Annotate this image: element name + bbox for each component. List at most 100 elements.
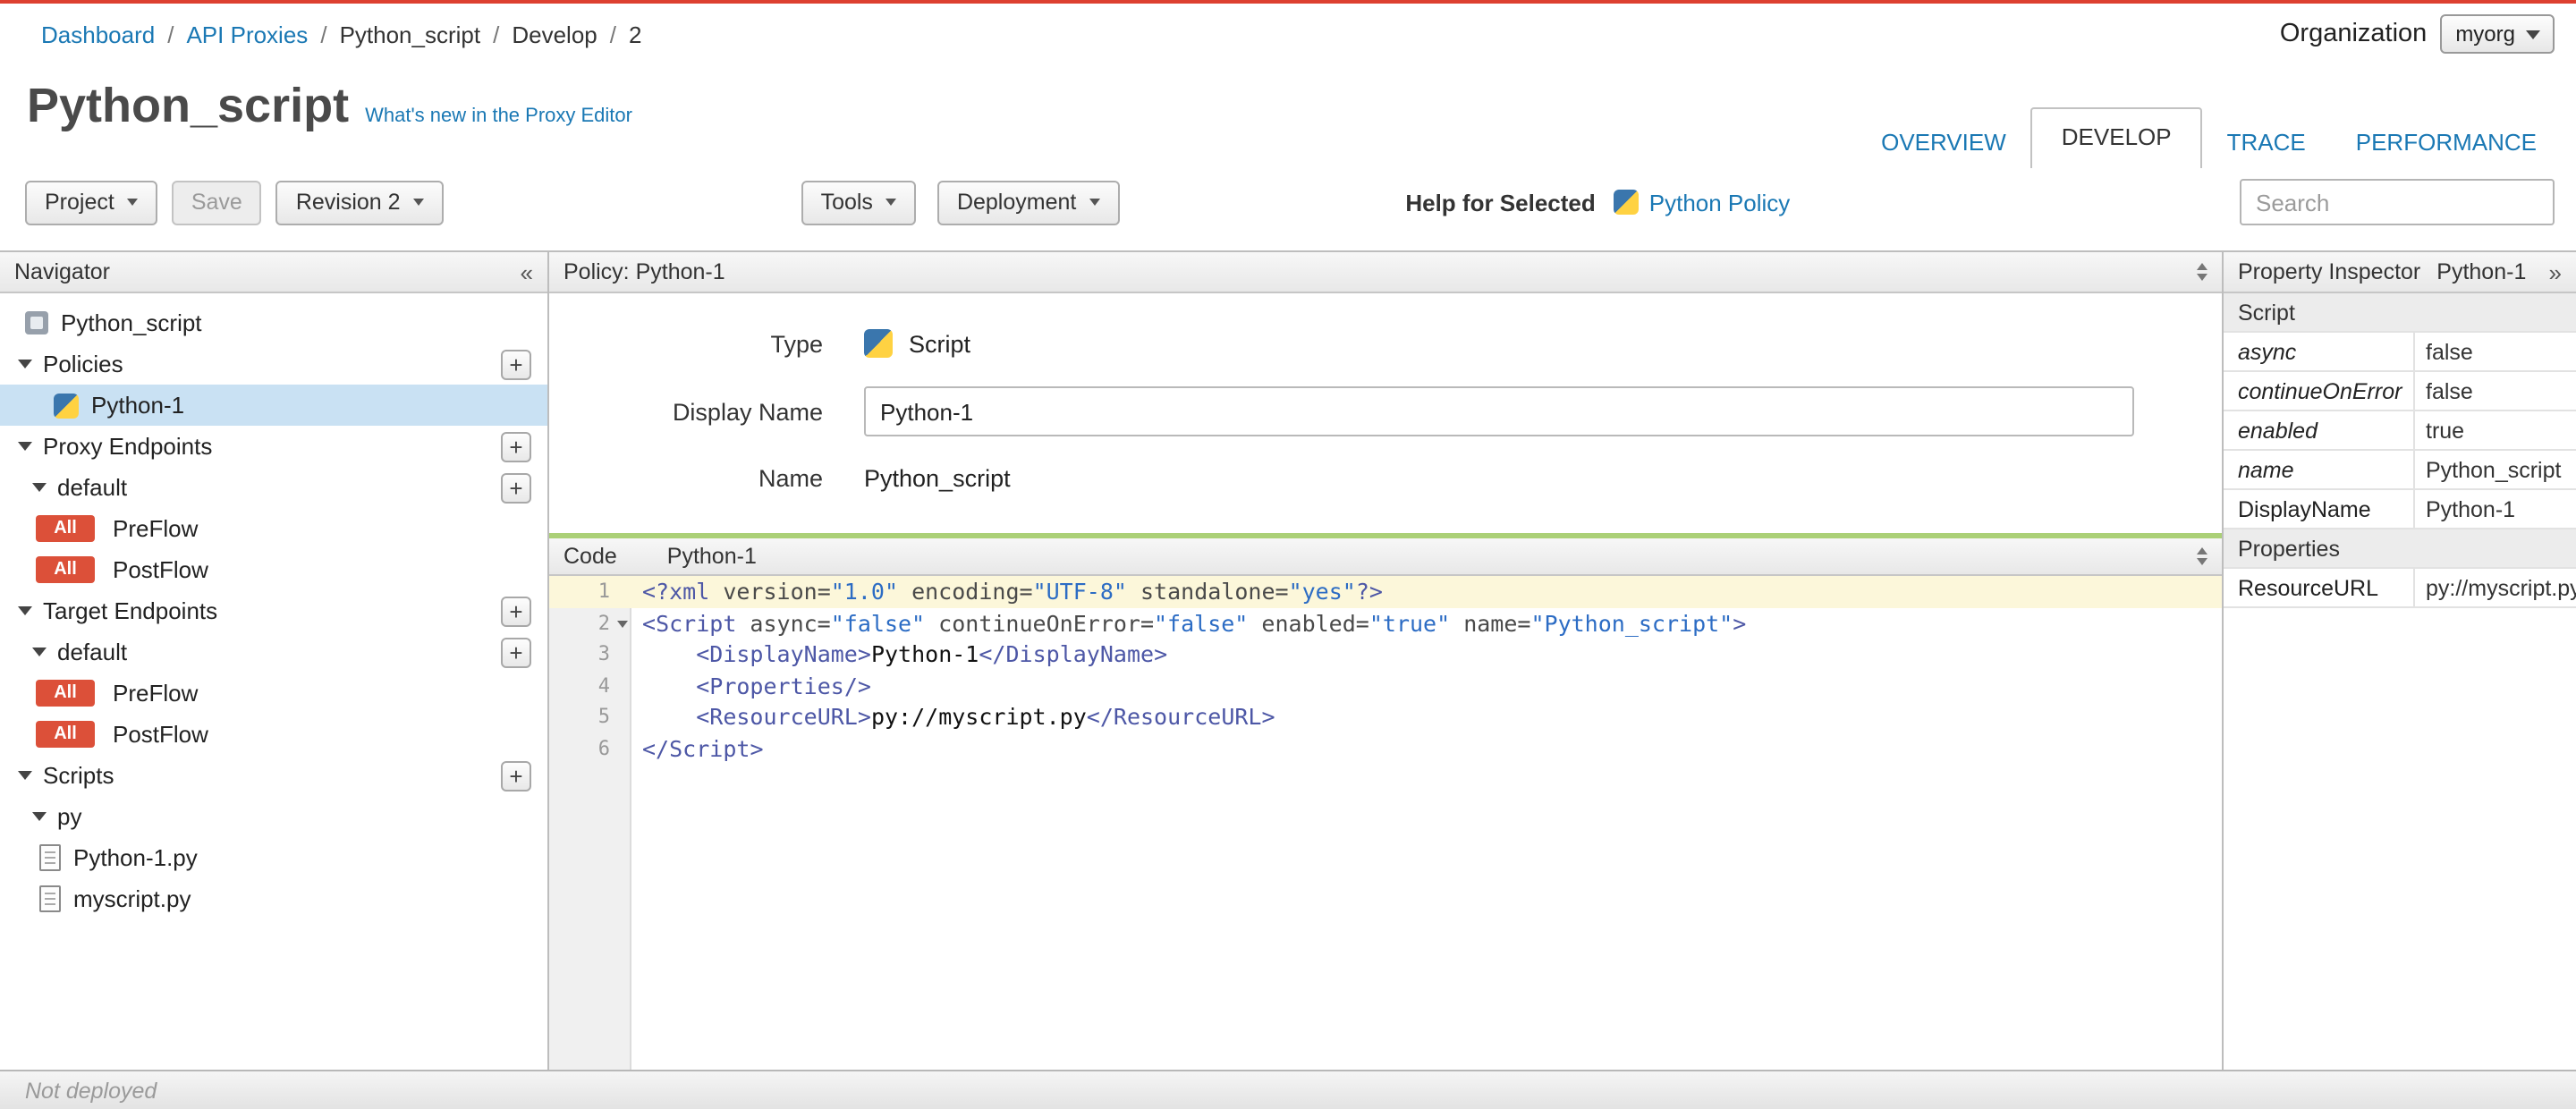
- add-button[interactable]: +: [501, 637, 531, 667]
- breadcrumb-item-dashboard[interactable]: Dashboard: [41, 21, 155, 47]
- display-name-row: Display Name: [549, 386, 2222, 436]
- add-button[interactable]: +: [501, 760, 531, 791]
- nav-item-preflow[interactable]: All PreFlow: [0, 673, 547, 714]
- caret-down-icon[interactable]: [32, 483, 47, 492]
- collapse-left-icon[interactable]: «: [521, 258, 533, 285]
- code-line-6[interactable]: 6 </Script>: [549, 732, 2222, 764]
- breadcrumb-separator: /: [320, 21, 327, 47]
- tools-button[interactable]: Tools: [801, 180, 916, 224]
- caret-down-icon[interactable]: [18, 360, 32, 368]
- property-value: false: [2426, 339, 2473, 364]
- nav-item-label: PostFlow: [113, 556, 208, 583]
- property-row-displayname: DisplayName Python-1: [2224, 490, 2576, 529]
- add-button[interactable]: +: [501, 431, 531, 461]
- organization-select[interactable]: myorg: [2439, 14, 2555, 54]
- tab-bar: OVERVIEW DEVELOP TRACE PERFORMANCE: [1856, 107, 2562, 168]
- organization-value: myorg: [2455, 21, 2515, 47]
- nav-item-label: PreFlow: [113, 515, 199, 542]
- nav-item-target-endpoints[interactable]: Target Endpoints +: [0, 590, 547, 631]
- caret-down-icon[interactable]: [18, 442, 32, 451]
- code-line-1[interactable]: 1 <?xml version="1.0" encoding="UTF-8" st…: [549, 576, 2222, 607]
- navigator-panel: Navigator « Python_script Policies + Python…: [0, 252, 549, 1070]
- save-button[interactable]: Save: [171, 180, 262, 224]
- nav-item-default[interactable]: default +: [0, 631, 547, 673]
- line-number: 5: [597, 705, 610, 728]
- expand-collapse-icon[interactable]: [2197, 263, 2207, 281]
- nav-item-policies[interactable]: Policies +: [0, 343, 547, 385]
- property-value: py://myscript.py: [2426, 575, 2576, 600]
- nav-item-scripts[interactable]: Scripts +: [0, 755, 547, 796]
- status-bar: Not deployed: [0, 1070, 2576, 1109]
- code-expand-icon[interactable]: [2197, 547, 2207, 565]
- code-bar-label: Code: [564, 544, 617, 569]
- caret-down-icon[interactable]: [18, 606, 32, 615]
- fold-caret-icon[interactable]: [617, 620, 628, 627]
- nav-item-default[interactable]: default +: [0, 467, 547, 508]
- nav-item-py[interactable]: py: [0, 796, 547, 837]
- navigator-tree: Python_script Policies + Python-1 Proxy Endp…: [0, 293, 547, 919]
- revision-button-label: Revision 2: [295, 190, 401, 215]
- code-line-3[interactable]: 3 <DisplayName>Python-1</DisplayName>: [549, 639, 2222, 670]
- breadcrumb-item-api-proxies[interactable]: API Proxies: [186, 21, 308, 47]
- property-value: false: [2426, 378, 2473, 403]
- revision-button[interactable]: Revision 2: [275, 180, 444, 224]
- property-section-script: Script: [2224, 293, 2576, 333]
- title-row: Python_script What's new in the Proxy Ed…: [27, 79, 632, 134]
- line-number: 3: [597, 642, 610, 665]
- tab-develop[interactable]: DEVELOP: [2030, 107, 2202, 168]
- all-badge: All: [36, 556, 95, 583]
- line-number: 1: [597, 580, 610, 603]
- caret-down-icon[interactable]: [32, 648, 47, 656]
- nav-item-python-script[interactable]: Python_script: [0, 302, 547, 343]
- add-button[interactable]: +: [501, 349, 531, 379]
- tab-performance[interactable]: PERFORMANCE: [2331, 116, 2562, 168]
- chevron-down-icon: [885, 199, 896, 206]
- navigator-header: Navigator «: [0, 252, 547, 293]
- collapse-right-icon[interactable]: »: [2549, 258, 2562, 285]
- tab-trace[interactable]: TRACE: [2202, 116, 2331, 168]
- add-button[interactable]: +: [501, 596, 531, 626]
- search-input[interactable]: [2240, 179, 2555, 225]
- code-line-4[interactable]: 4 <Properties/>: [549, 670, 2222, 701]
- breadcrumb: Dashboard / API Proxies / Python_script / Deve…: [41, 21, 641, 47]
- chevron-down-icon: [1089, 199, 1100, 206]
- display-name-input[interactable]: [864, 386, 2134, 436]
- nav-item-postflow[interactable]: All PostFlow: [0, 549, 547, 590]
- property-name: enabled: [2224, 411, 2415, 449]
- code-content: <DisplayName>Python-1</DisplayName>: [696, 640, 1168, 667]
- whats-new-link[interactable]: What's new in the Proxy Editor: [365, 106, 632, 127]
- nav-item-myscript-py[interactable]: myscript.py: [0, 878, 547, 919]
- nav-item-label: py: [57, 803, 82, 830]
- tab-overview[interactable]: OVERVIEW: [1856, 116, 2031, 168]
- property-row-resourceurl: ResourceURL py://myscript.py: [2224, 569, 2576, 608]
- code-line-5[interactable]: 5 <ResourceURL>py://myscript.py</Resourc…: [549, 701, 2222, 732]
- property-value: Python-1: [2426, 496, 2516, 521]
- page-title: Python_script: [27, 79, 350, 132]
- nav-item-postflow[interactable]: All PostFlow: [0, 714, 547, 755]
- nav-item-label: default: [57, 474, 128, 501]
- code-content: <?xml version="1.0" encoding="UTF-8" sta…: [642, 578, 1383, 605]
- caret-down-icon[interactable]: [18, 771, 32, 780]
- file-icon: [39, 885, 61, 912]
- python-policy-link[interactable]: Python Policy: [1649, 189, 1791, 216]
- nav-item-proxy-endpoints[interactable]: Proxy Endpoints +: [0, 426, 547, 467]
- code-content: <Script async="false" continueOnError="f…: [642, 609, 1747, 636]
- deployment-button[interactable]: Deployment: [936, 180, 1120, 224]
- all-badge: All: [36, 721, 95, 748]
- display-name-value-wrap: [864, 386, 2134, 436]
- caret-down-icon[interactable]: [32, 812, 47, 821]
- toolbar: Project Save Revision 2 Tools Deployment…: [0, 175, 2576, 229]
- policy-panel-title: Policy: Python-1: [564, 259, 725, 284]
- chevron-down-icon: [126, 199, 138, 206]
- nav-item-python-1[interactable]: Python-1: [0, 385, 547, 426]
- code-line-2[interactable]: 2 <Script async="false" continueOnError="…: [549, 607, 2222, 639]
- nav-item-label: Policies: [43, 351, 123, 377]
- property-name: async: [2224, 333, 2415, 370]
- nav-item-preflow[interactable]: All PreFlow: [0, 508, 547, 549]
- nav-item-python-1-py[interactable]: Python-1.py: [0, 837, 547, 878]
- breadcrumb-row: Dashboard / API Proxies / Python_script / Deve…: [0, 4, 2576, 64]
- add-button[interactable]: +: [501, 472, 531, 503]
- code-policy-name: Python-1: [666, 544, 757, 569]
- project-button[interactable]: Project: [25, 180, 157, 224]
- code-editor[interactable]: 1 <?xml version="1.0" encoding="UTF-8" st…: [549, 576, 2222, 1070]
